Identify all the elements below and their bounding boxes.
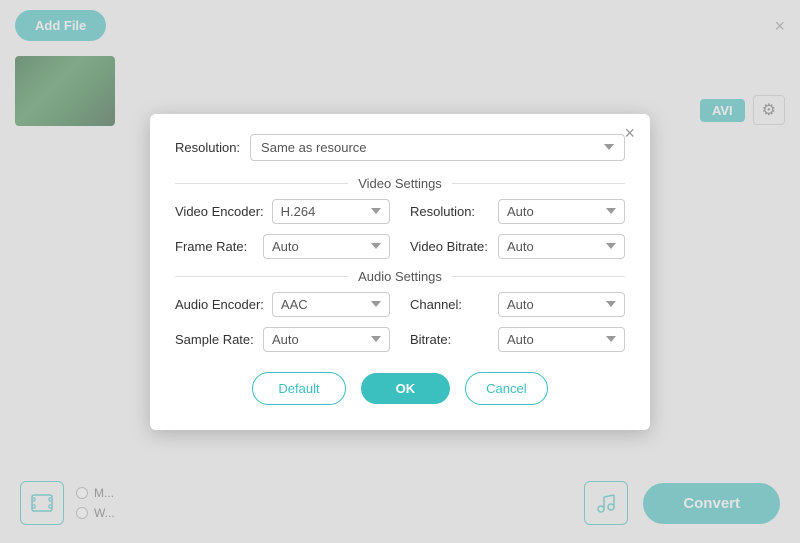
audio-settings-title: Audio Settings: [358, 269, 442, 284]
ok-button[interactable]: OK: [361, 373, 451, 404]
modal-overlay: × Resolution: Same as resource Video Set…: [0, 0, 800, 543]
bitrate-select[interactable]: Auto: [498, 327, 625, 352]
sample-rate-label: Sample Rate:: [175, 332, 255, 347]
audio-encoder-select[interactable]: AAC: [272, 292, 390, 317]
frame-rate-row: Frame Rate: Auto: [175, 234, 390, 259]
video-encoder-row: Video Encoder: H.264: [175, 199, 390, 224]
cancel-button[interactable]: Cancel: [465, 372, 547, 405]
audio-divider-left: [175, 276, 348, 277]
top-resolution-row: Resolution: Same as resource: [175, 134, 625, 161]
modal-close-button[interactable]: ×: [624, 124, 635, 142]
audio-encoder-label: Audio Encoder:: [175, 297, 264, 312]
top-resolution-label: Resolution:: [175, 140, 240, 155]
resolution-right-row: Resolution: Auto: [410, 199, 625, 224]
video-settings-grid: Video Encoder: H.264 Resolution: Auto Fr…: [175, 199, 625, 259]
video-encoder-label: Video Encoder:: [175, 204, 264, 219]
video-encoder-select[interactable]: H.264: [272, 199, 390, 224]
audio-settings-grid: Audio Encoder: AAC Channel: Auto Sample …: [175, 292, 625, 352]
sample-rate-row: Sample Rate: Auto: [175, 327, 390, 352]
divider-right: [452, 183, 625, 184]
settings-modal: × Resolution: Same as resource Video Set…: [150, 114, 650, 430]
video-bitrate-label: Video Bitrate:: [410, 239, 490, 254]
modal-buttons: Default OK Cancel: [175, 372, 625, 405]
resolution-right-label: Resolution:: [410, 204, 490, 219]
resolution-right-select[interactable]: Auto: [498, 199, 625, 224]
channel-label: Channel:: [410, 297, 490, 312]
audio-divider-right: [452, 276, 625, 277]
bitrate-row: Bitrate: Auto: [410, 327, 625, 352]
app-background: Add File × AVI ⚙: [0, 0, 800, 543]
bitrate-label: Bitrate:: [410, 332, 490, 347]
frame-rate-select[interactable]: Auto: [263, 234, 390, 259]
default-button[interactable]: Default: [252, 372, 345, 405]
frame-rate-label: Frame Rate:: [175, 239, 255, 254]
divider-left: [175, 183, 348, 184]
channel-select[interactable]: Auto: [498, 292, 625, 317]
video-bitrate-row: Video Bitrate: Auto: [410, 234, 625, 259]
audio-encoder-row: Audio Encoder: AAC: [175, 292, 390, 317]
video-settings-title: Video Settings: [358, 176, 442, 191]
video-section-divider: Video Settings: [175, 176, 625, 191]
audio-section-divider: Audio Settings: [175, 269, 625, 284]
top-resolution-select[interactable]: Same as resource: [250, 134, 625, 161]
channel-row: Channel: Auto: [410, 292, 625, 317]
video-bitrate-select[interactable]: Auto: [498, 234, 625, 259]
sample-rate-select[interactable]: Auto: [263, 327, 390, 352]
